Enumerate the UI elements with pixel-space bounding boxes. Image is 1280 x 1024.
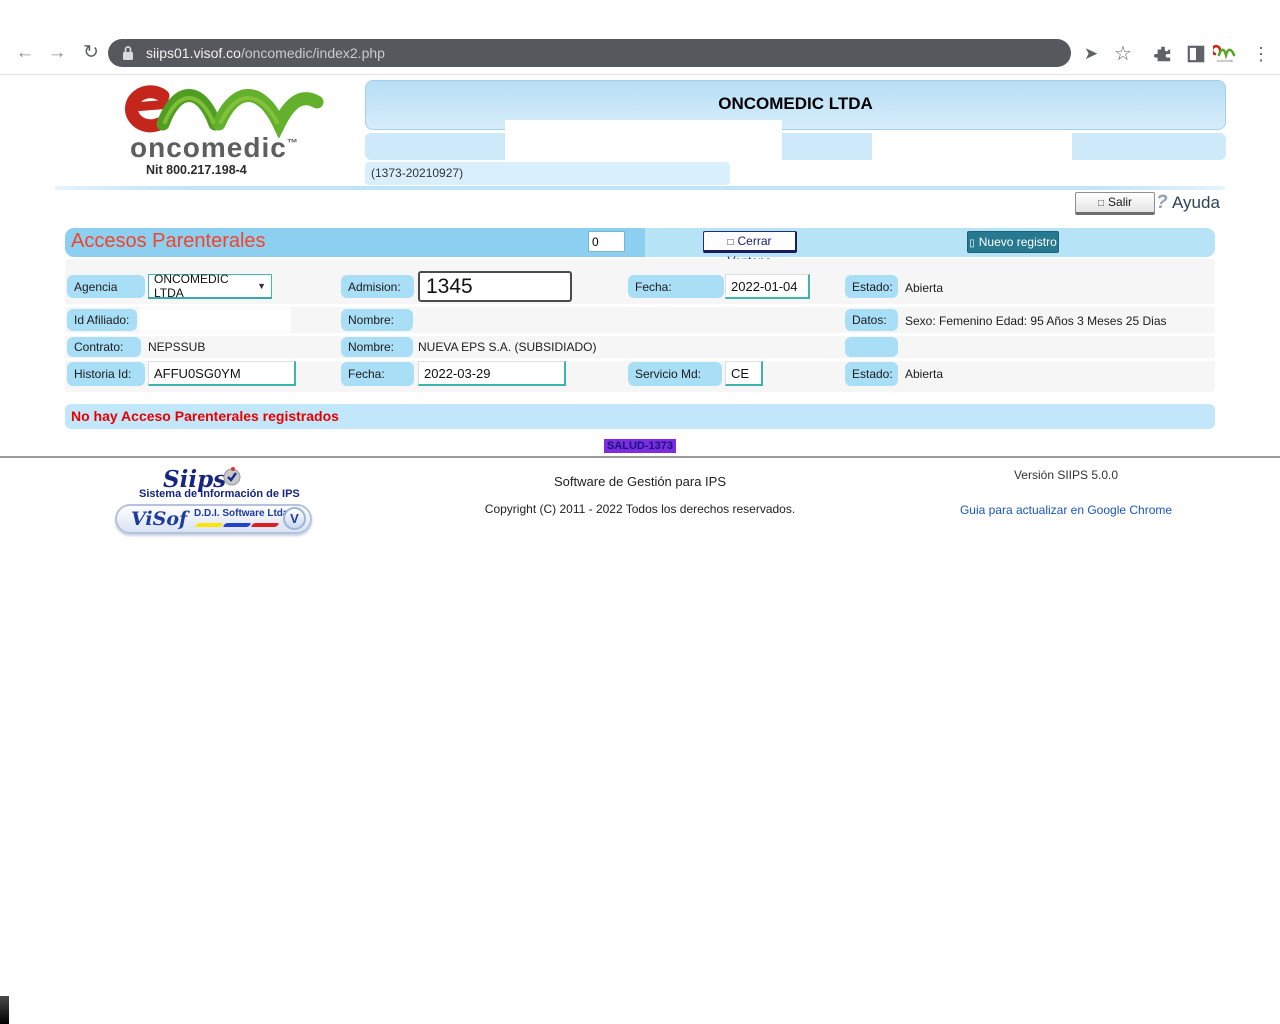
nombre-eps-label: Nombre: [341, 337, 413, 357]
brand-tm: ™ [287, 138, 299, 150]
swoosh-blue [222, 523, 251, 527]
exit-icon: □ [1098, 198, 1104, 209]
datos-label: Datos: [845, 309, 898, 331]
company-title-bar: ONCOMEDIC LTDA [365, 80, 1226, 130]
help-icon: ? [1156, 192, 1168, 214]
url-path: /oncomedic/index2.php [241, 45, 385, 61]
salir-button[interactable]: □Salir [1075, 192, 1155, 215]
id-afiliado-label: Id Afiliado: [67, 309, 137, 331]
contrato-label: Contrato: [67, 337, 141, 357]
empty-chip [845, 337, 898, 357]
app-window: ← → ↻ siips01.visof.co/oncomedic/index2.… [0, 0, 1280, 1024]
row-separator [65, 333, 1215, 336]
nombre-eps-value: NUEVA EPS S.A. (SUBSIDIADO) [418, 340, 597, 354]
swoosh-red [250, 523, 279, 527]
estado-historia-value: Abierta [905, 367, 943, 381]
swoosh-yellow [194, 523, 223, 527]
side-panel-icon[interactable] [1183, 41, 1209, 67]
row-separator [65, 304, 1215, 307]
agencia-label: Agencia [67, 275, 145, 298]
svg-text:oncomedic: oncomedic [1217, 59, 1234, 63]
close-window-icon: □ [727, 237, 733, 248]
profile-avatar-oncomedic-icon[interactable]: oncomedic [1212, 41, 1238, 67]
record-code: (1373-20210927) [365, 162, 730, 185]
historia-id-label: Historia Id: [67, 362, 145, 386]
counter-input[interactable] [588, 231, 625, 252]
brand-nit: Nit 800.217.198-4 [146, 163, 247, 177]
browser-menu-dots-icon[interactable]: ⋮ [1248, 41, 1274, 67]
extensions-puzzle-icon[interactable] [1150, 41, 1176, 67]
redaction-box [872, 131, 1072, 162]
brand-name: oncomedic™ [130, 132, 299, 164]
ayuda-link[interactable]: Ayuda [1172, 193, 1220, 213]
fecha-admision-input[interactable] [725, 274, 810, 299]
estado-admision-label: Estado: [845, 275, 898, 298]
agencia-select[interactable]: ONCOMEDIC LTDA ▼ [148, 274, 272, 299]
nuevo-registro-button[interactable]: ▯Nuevo registro [967, 231, 1059, 253]
servicio-md-label: Servicio Md: [628, 362, 722, 386]
footer-version: Versión SIIPS 5.0.0 [956, 468, 1176, 482]
new-record-icon: ▯ [969, 238, 975, 249]
header-subbar [365, 133, 1226, 160]
back-icon[interactable]: ← [12, 40, 38, 66]
chrome-guide-link[interactable]: Guia para actualizar en Google Chrome [956, 503, 1176, 517]
forward-icon[interactable]: → [44, 40, 70, 66]
lock-icon[interactable] [121, 45, 135, 61]
datos-value: Sexo: Femenino Edad: 95 Años 3 Meses 25 … [905, 314, 1167, 328]
admision-label: Admision: [341, 275, 414, 298]
url-domain: siips01.visof.co [146, 45, 241, 61]
servicio-md-input[interactable] [725, 361, 763, 386]
bookmark-star-icon[interactable]: ☆ [1110, 41, 1136, 67]
contrato-value: NEPSSUB [148, 340, 205, 354]
footer-divider [0, 456, 1280, 458]
send-icon[interactable]: ➤ [1078, 41, 1104, 67]
address-bar[interactable]: siips01.visof.co/oncomedic/index2.php [108, 39, 1071, 67]
bottom-left-artifact [0, 996, 9, 1024]
fecha-historia-input[interactable] [418, 361, 566, 386]
header-divider [55, 186, 1225, 190]
historia-id-input[interactable] [148, 361, 296, 386]
chevron-down-icon: ▼ [257, 281, 266, 291]
page-title: Accesos Parenterales [71, 230, 266, 253]
admision-input[interactable] [418, 271, 572, 302]
siips-subtitle: Sistema de Información de IPS [139, 488, 300, 500]
fecha-admision-label: Fecha: [628, 275, 724, 298]
estado-admision-value: Abierta [905, 281, 943, 295]
salud-badge: SALUD-1373 [604, 439, 676, 453]
cerrar-ventana-button[interactable]: □Cerrar Ventana [703, 231, 797, 253]
nombre-paciente-label: Nombre: [341, 309, 413, 331]
fecha-historia-label: Fecha: [341, 362, 414, 386]
reload-icon[interactable]: ↻ [78, 40, 104, 66]
redaction-box [505, 120, 782, 167]
estado-historia-label: Estado: [845, 362, 898, 386]
empty-records-message: No hay Acceso Parenterales registrados [65, 404, 1215, 429]
id-afiliado-value-box [139, 308, 291, 332]
